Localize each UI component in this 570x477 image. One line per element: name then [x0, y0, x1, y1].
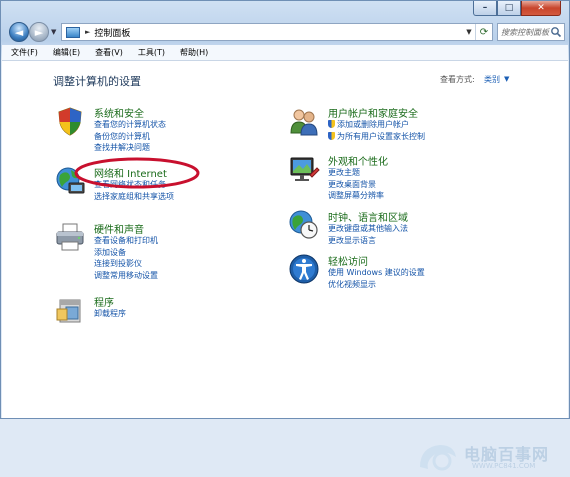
- link-recommended-settings[interactable]: 使用 Windows 建议的设置: [328, 267, 425, 279]
- programs-icon[interactable]: [54, 294, 86, 326]
- forward-button[interactable]: ►: [29, 22, 49, 42]
- link-optimize-visual-display[interactable]: 优化视频显示: [328, 279, 425, 291]
- back-button[interactable]: ◄: [9, 22, 29, 42]
- category-links: 更改键盘或其他输入法 更改显示语言: [328, 223, 408, 246]
- link-uninstall-program[interactable]: 卸载程序: [94, 308, 126, 320]
- menu-tools[interactable]: 工具(T): [129, 47, 171, 58]
- printer-icon[interactable]: [54, 221, 86, 253]
- category-links: 更改主题 更改桌面背景 调整屏幕分辨率: [328, 167, 384, 202]
- link-add-device[interactable]: 添加设备: [94, 247, 158, 259]
- breadcrumb-control-panel[interactable]: 控制面板: [94, 26, 130, 39]
- category-links: 查看网络状态和任务 选择家庭组和共享选项: [94, 179, 174, 202]
- close-button[interactable]: ✕: [521, 1, 561, 16]
- link-change-theme[interactable]: 更改主题: [328, 167, 384, 179]
- category-links: 卸载程序: [94, 308, 126, 320]
- link-change-desktop-background[interactable]: 更改桌面背景: [328, 179, 384, 191]
- chevron-down-icon[interactable]: ▼: [504, 75, 509, 83]
- link-screen-resolution[interactable]: 调整屏幕分辨率: [328, 190, 384, 202]
- category-title[interactable]: 系统和安全: [94, 105, 144, 120]
- control-panel-icon: [66, 26, 80, 38]
- link-change-keyboard-input[interactable]: 更改键盘或其他输入法: [328, 223, 408, 235]
- uac-shield-icon: [328, 131, 335, 140]
- search-icon[interactable]: [550, 26, 562, 38]
- link-devices-printers[interactable]: 查看设备和打印机: [94, 235, 158, 247]
- link-add-remove-users[interactable]: 添加或删除用户帐户: [328, 119, 425, 131]
- menu-view[interactable]: 查看(V): [86, 47, 129, 58]
- address-dropdown-icon[interactable]: ▼: [463, 28, 475, 36]
- link-mobility-settings[interactable]: 调整常用移动设置: [94, 270, 158, 282]
- menu-bar: 文件(F) 编辑(E) 查看(V) 工具(T) 帮助(H): [2, 45, 568, 61]
- link-connect-projector[interactable]: 连接到投影仪: [94, 258, 158, 270]
- category-title[interactable]: 网络和 Internet: [94, 165, 167, 180]
- category-links: 查看设备和打印机 添加设备 连接到投影仪 调整常用移动设置: [94, 235, 158, 281]
- appearance-icon[interactable]: [288, 153, 320, 185]
- caption-buttons: – □ ✕: [473, 1, 561, 16]
- category-links: 查看您的计算机状态 备份您的计算机 查找并解决问题: [94, 119, 166, 154]
- view-by-label: 查看方式:: [440, 75, 475, 84]
- menu-file[interactable]: 文件(F): [2, 47, 44, 58]
- watermark-url: WWW.PC841.COM: [472, 462, 536, 470]
- breadcrumb-chevron-icon[interactable]: ►: [85, 28, 90, 36]
- category-title[interactable]: 外观和个性化: [328, 153, 388, 168]
- link-backup-computer[interactable]: 备份您的计算机: [94, 131, 166, 143]
- clock-globe-icon[interactable]: [288, 209, 320, 241]
- link-find-fix-problems[interactable]: 查找并解决问题: [94, 142, 166, 154]
- watermark-logo-icon: [420, 445, 456, 471]
- menu-edit[interactable]: 编辑(E): [44, 47, 86, 58]
- system-security-icon[interactable]: [54, 105, 86, 137]
- search-box[interactable]: [497, 23, 565, 41]
- minimize-button[interactable]: –: [473, 1, 497, 16]
- link-view-computer-status[interactable]: 查看您的计算机状态: [94, 119, 166, 131]
- maximize-button[interactable]: □: [497, 1, 521, 16]
- users-icon[interactable]: [288, 105, 320, 137]
- view-by-dropdown[interactable]: 类别: [484, 74, 500, 85]
- category-title[interactable]: 硬件和声音: [94, 221, 144, 236]
- category-links: 添加或删除用户帐户 为所有用户设置家长控制: [328, 119, 425, 142]
- category-title[interactable]: 程序: [94, 294, 114, 309]
- refresh-icon[interactable]: ⟳: [475, 24, 492, 40]
- category-links: 使用 Windows 建议的设置 优化视频显示: [328, 267, 425, 290]
- link-change-display-language[interactable]: 更改显示语言: [328, 235, 408, 247]
- category-title[interactable]: 时钟、语言和区域: [328, 209, 408, 224]
- navigation-bar: ◄ ► ▼ ► 控制面板 ▼ ⟳: [7, 22, 565, 44]
- link-network-status-tasks[interactable]: 查看网络状态和任务: [94, 179, 174, 191]
- uac-shield-icon: [328, 120, 335, 128]
- menu-help[interactable]: 帮助(H): [171, 47, 214, 58]
- category-title[interactable]: 用户帐户和家庭安全: [328, 105, 418, 120]
- page-title: 调整计算机的设置: [53, 75, 141, 88]
- ease-of-access-icon[interactable]: [288, 253, 320, 285]
- link-parental-controls[interactable]: 为所有用户设置家长控制: [328, 131, 425, 143]
- recent-pages-dropdown-icon[interactable]: ▼: [51, 28, 59, 36]
- category-title[interactable]: 轻松访问: [328, 253, 368, 268]
- link-homegroup-sharing[interactable]: 选择家庭组和共享选项: [94, 191, 174, 203]
- search-input[interactable]: [498, 25, 553, 39]
- content-pane: 调整计算机的设置 查看方式: 类别 ▼ 系统和安全 查看您的计算机状态 备份您的…: [2, 61, 568, 471]
- control-panel-window: – □ ✕ ◄ ► ▼ ► 控制面板 ▼ ⟳ 文件(F) 编辑(E) 查看(: [0, 0, 570, 471]
- address-bar[interactable]: ► 控制面板 ▼ ⟳: [61, 23, 493, 41]
- network-globe-icon[interactable]: [54, 165, 86, 197]
